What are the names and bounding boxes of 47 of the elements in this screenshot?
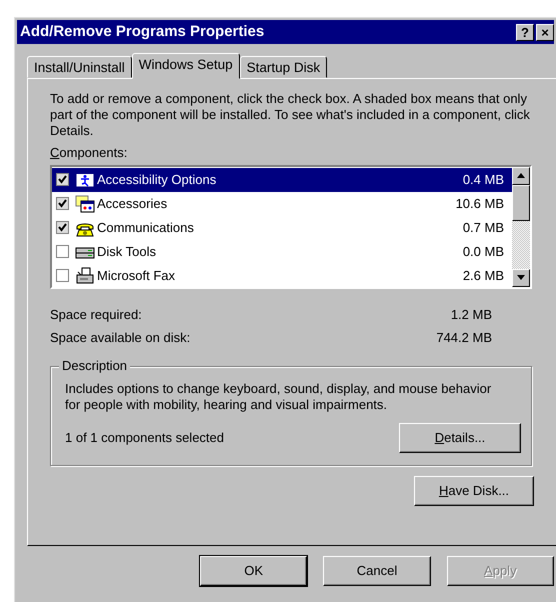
tab[interactable]: Startup Disk xyxy=(240,56,328,78)
component-size: 0.4 MB xyxy=(462,170,504,189)
space-label: Space required: xyxy=(50,306,142,324)
component-size: 0.0 MB xyxy=(462,242,504,261)
close-button[interactable]: × xyxy=(536,24,554,40)
have-disk-button[interactable]: Have Disk... xyxy=(414,476,534,506)
details-button[interactable]: Details... xyxy=(399,422,521,452)
down-arrow-icon xyxy=(517,275,525,280)
component-size: 10.6 MB xyxy=(456,194,504,213)
scroll-up-button[interactable] xyxy=(512,166,530,184)
list-label: Components: xyxy=(50,144,128,162)
selection-status: 1 of 1 components selected xyxy=(65,428,224,447)
space-value: 1.2 MB xyxy=(450,306,492,324)
checkbox[interactable] xyxy=(56,197,69,210)
component-name: Disk Tools xyxy=(97,242,158,261)
tab[interactable]: Install/Uninstall xyxy=(27,56,132,78)
up-arrow-icon xyxy=(517,173,525,178)
list-row[interactable]: Communications 0.7 MB xyxy=(52,216,512,240)
list-row[interactable]: Accessories 10.6 MB xyxy=(52,192,512,216)
tab[interactable]: Windows Setup xyxy=(132,53,240,79)
checkbox[interactable] xyxy=(56,173,69,186)
list-row[interactable]: Accessibility Options 0.4 MB xyxy=(52,168,512,192)
component-name: Accessories xyxy=(97,194,168,213)
component-name: Accessibility Options xyxy=(97,170,218,189)
instruction-text: To add or remove a component, click the check box. A shaded box means that only part of the component will be installed. To see what's included in a component, click Details. xyxy=(50,91,531,139)
dialog-button[interactable]: OK xyxy=(200,556,308,586)
help-button[interactable]: ? xyxy=(516,24,534,40)
component-name: Microsoft Fax xyxy=(97,266,176,285)
window-icon xyxy=(75,194,95,213)
component-size: 0.7 MB xyxy=(462,218,504,237)
list-row[interactable]: Microsoft Fax 2.6 MB xyxy=(52,264,512,288)
fax-icon xyxy=(75,266,95,285)
checkbox[interactable] xyxy=(56,245,69,258)
window-title: Add/Remove Programs Properties xyxy=(20,22,264,42)
component-size: 2.6 MB xyxy=(462,266,504,285)
checkbox[interactable] xyxy=(56,269,69,282)
scroll-down-button[interactable] xyxy=(512,268,530,286)
scroll-thumb[interactable] xyxy=(512,184,530,220)
checkbox[interactable] xyxy=(56,221,69,234)
component-name: Communications xyxy=(97,218,195,237)
list-row[interactable]: Disk Tools 0.0 MB xyxy=(52,240,512,264)
dialog-button[interactable]: Cancel xyxy=(323,556,431,586)
dialog-button: Apply xyxy=(446,556,554,586)
space-value: 744.2 MB xyxy=(436,328,492,346)
description-text: Includes options to change keyboard, sound, display, and mouse behavior for people with mobility, hearing and visual impairments. xyxy=(65,380,492,412)
space-label: Space available on disk: xyxy=(50,328,190,347)
accessibility-icon xyxy=(75,170,95,189)
